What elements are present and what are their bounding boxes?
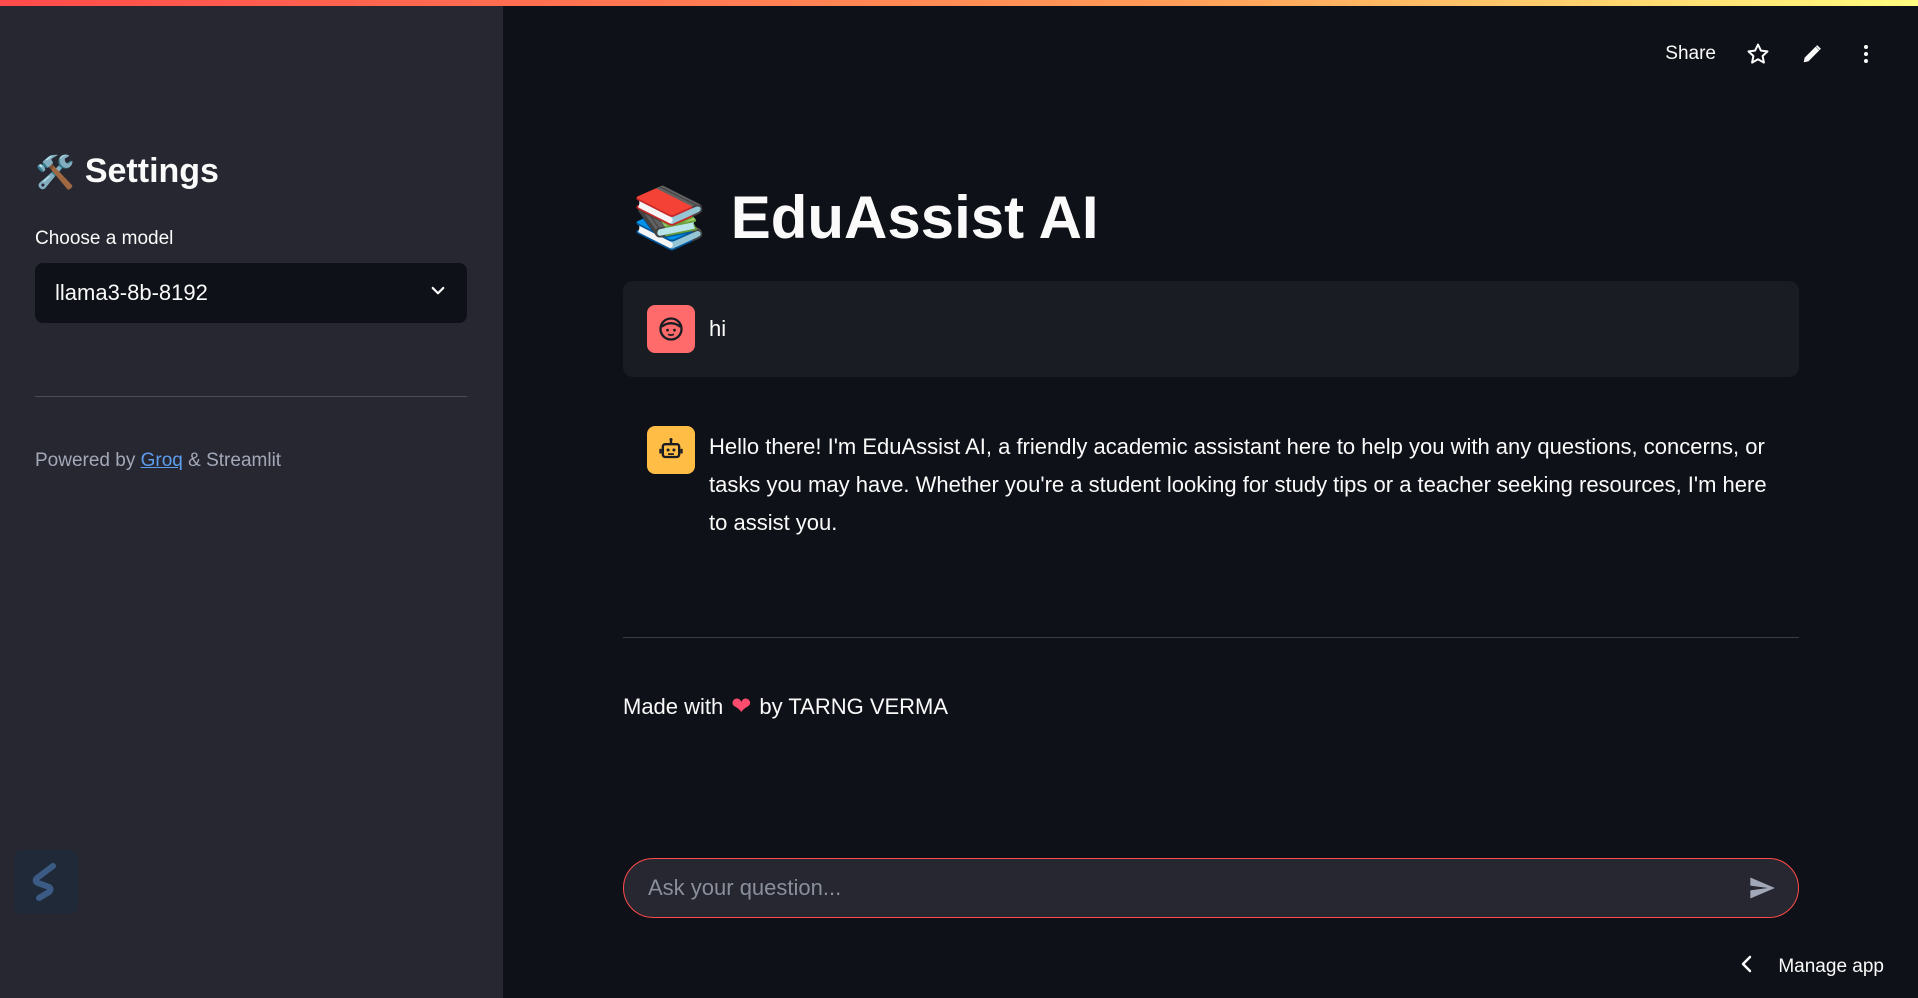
chat-input[interactable] [648, 875, 1746, 901]
edit-pencil-icon[interactable] [1800, 42, 1824, 66]
streamlit-logo-icon[interactable] [14, 850, 78, 914]
send-icon[interactable] [1746, 872, 1778, 904]
assistant-message-text: Hello there! I'm EduAssist AI, a friendl… [709, 434, 1767, 535]
sidebar-title-text: Settings [84, 152, 219, 190]
manage-app-button[interactable]: Manage app [1740, 955, 1884, 979]
page-title-text: EduAssist AI [730, 184, 1099, 251]
footer-suffix: by TARNG VERMA [759, 693, 949, 719]
footer-prefix: Made with [623, 693, 724, 719]
tools-icon: 🛠️ [35, 153, 75, 190]
chat-message-assistant: Hello there! I'm EduAssist AI, a friendl… [647, 426, 1787, 542]
powered-prefix: Powered by [35, 450, 141, 471]
page-title: 📚 EduAssist AI [632, 182, 1099, 253]
groq-link[interactable]: Groq [141, 450, 183, 471]
books-icon: 📚 [632, 184, 707, 251]
heart-icon: ❤ [731, 693, 752, 720]
chevron-left-icon [1740, 955, 1754, 979]
top-gradient-bar [0, 0, 1918, 6]
share-button[interactable]: Share [1665, 43, 1716, 65]
model-select-label: Choose a model [35, 228, 174, 249]
main-divider [623, 637, 1799, 638]
manage-app-label: Manage app [1778, 956, 1884, 977]
model-select-value: llama3-8b-8192 [55, 280, 208, 305]
powered-by: Powered by Groq & Streamlit [35, 450, 281, 472]
star-icon[interactable] [1746, 42, 1770, 66]
sidebar-title: 🛠️ Settings [35, 152, 219, 191]
more-menu-icon[interactable] [1854, 42, 1878, 66]
bot-avatar-icon [647, 426, 695, 474]
powered-suffix: & Streamlit [182, 450, 282, 471]
footer-credit: Made with ❤ by TARNG VERMA [623, 692, 948, 721]
user-avatar-icon [647, 305, 695, 353]
chat-message-user: hi [623, 281, 1799, 377]
user-message-text: hi [709, 316, 727, 341]
sidebar: 🛠️ Settings Choose a model llama3-8b-819… [0, 0, 503, 998]
chat-input-box[interactable] [623, 858, 1799, 918]
chevron-down-icon [429, 282, 447, 305]
header-toolbar: Share [1665, 42, 1878, 66]
model-select[interactable]: llama3-8b-8192 [35, 263, 467, 323]
sidebar-divider [35, 396, 467, 397]
